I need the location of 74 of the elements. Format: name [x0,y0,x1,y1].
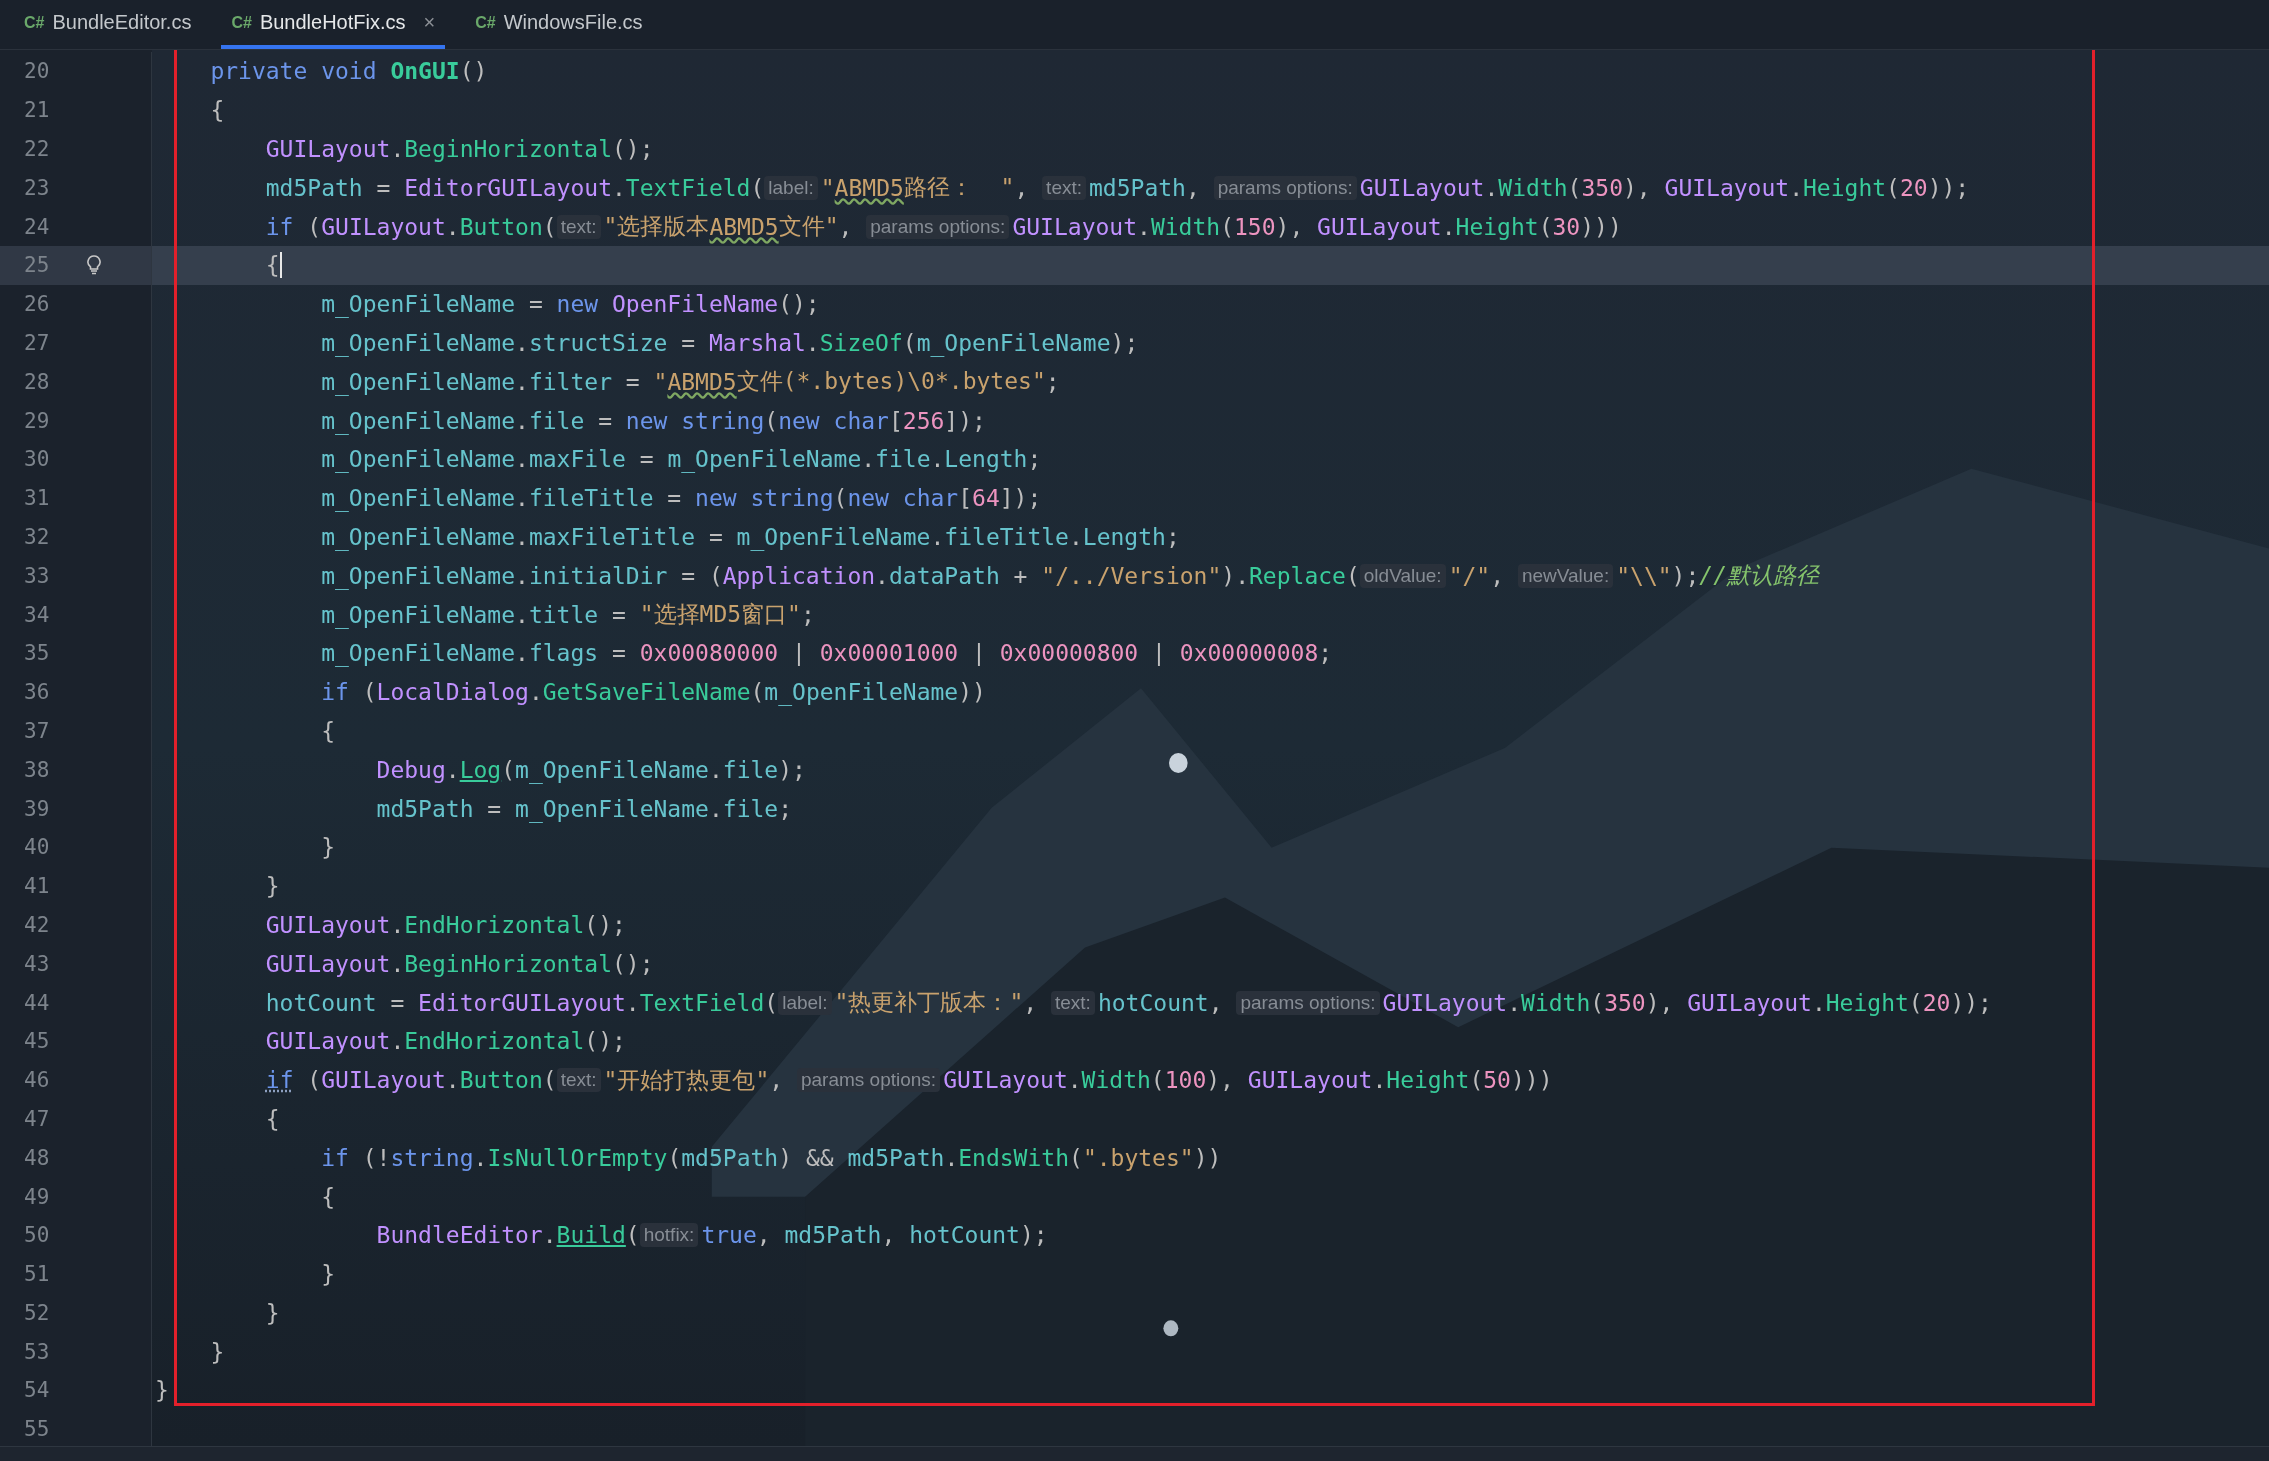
code-line: GUILayout.BeginHorizontal(); [264,136,654,162]
code-line: m_OpenFileName.maxFile = m_OpenFileName.file.Length; [320,446,1042,473]
line-number: 47 [24,1106,51,1131]
line-number: 38 [24,757,51,782]
code-line: if (GUILayout.Button( text: "选择版本ABMD5文件", params options: GUILayout.Width(150), GUILayout.Height(30))) [264,212,1622,242]
code-line: BundleEditor.Build( hotfix: true, md5Path, hotCount); [375,1222,1048,1249]
line-number: 22 [24,137,51,161]
line-number: 46 [24,1068,51,1093]
line-number: 28 [24,369,51,394]
line-number: 52 [24,1300,51,1325]
line-number: 54 [24,1378,51,1403]
code-line: } [154,1377,169,1404]
code-line: m_OpenFileName.structSize = Marshal.SizeOf(m_OpenFileName); [320,329,1139,356]
lightbulb-icon[interactable] [86,255,102,276]
code-line: } [320,1261,335,1288]
line-number: 55 [24,1417,51,1442]
code-line: m_OpenFileName.fileTitle = new string(new char[64]); [320,485,1042,512]
line-number: 44 [24,990,51,1015]
code-line: if (GUILayout.Button( text: "开始打热更包", params options: GUILayout.Width(100), GUILayout.Height(50))) [264,1065,1553,1096]
line-number: 41 [24,874,51,899]
code-line: } [209,1338,225,1365]
code-line: GUILayout.BeginHorizontal(); [264,950,654,977]
line-number: 43 [24,951,51,976]
file-tab[interactable]: C# BundleEditor.cs [14,0,202,49]
line-number: 23 [24,175,51,200]
code-line: { [320,1183,335,1210]
line-number: 25 [24,253,51,278]
code-line: { [209,97,225,124]
line-number: 26 [24,292,51,317]
line-number: 30 [24,447,51,472]
line-number: 53 [24,1339,51,1364]
line-number: 36 [24,680,51,705]
code-line: m_OpenFileName.title = "选择MD5窗口"; [320,600,815,631]
line-number: 42 [24,912,51,937]
code-line: { [320,717,335,744]
code-line: } [320,834,335,861]
code-line: private void OnGUI() [209,58,488,85]
code-line: if (LocalDialog.GetSaveFileName(m_OpenFileName)) [320,679,986,706]
line-number: 37 [24,718,51,743]
line-number: 24 [24,214,51,239]
code-line: } [264,1299,280,1326]
code-line: md5Path = EditorGUILayout.TextField( label: "ABMD5路径： ", text: md5Path, params options: GUILayout.Width(350), GUILayout.Height(20)); [264,173,1970,203]
code-line: m_OpenFileName.file = new string(new char[256]); [320,407,986,434]
code-line: m_OpenFileName.filter = "ABMD5文件(*.bytes)\0*.bytes"; [320,367,1060,398]
line-number: 39 [24,796,51,821]
line-number: 35 [24,641,51,666]
code-line: if (!string.IsNullOrEmpty(md5Path) && md5Path.EndsWith(".bytes")) [320,1144,1222,1171]
line-number: 34 [24,602,51,627]
line-number: 21 [24,98,51,123]
line-number: 49 [24,1184,51,1209]
line-number: 48 [24,1145,51,1170]
code-line: GUILayout.EndHorizontal(); [264,1028,626,1055]
code-line: { [264,252,282,279]
line-number: 50 [24,1223,51,1248]
line-number: 20 [24,59,51,84]
line-number: 51 [24,1262,51,1287]
code-line: m_OpenFileName.initialDir = (Application.dataPath + "/../Version").Replace( oldValue: "/", newValue: "\\");//默认路径 [320,561,1819,592]
code-line: GUILayout.EndHorizontal(); [264,911,626,938]
line-number: 27 [24,330,51,355]
code-line: m_OpenFileName.flags = 0x00080000 | 0x00001000 | 0x00000800 | 0x00000008; [320,640,1333,667]
code-line: } [264,873,280,900]
code-line: m_OpenFileName = new OpenFileName(); [320,291,820,318]
line-number: 29 [24,408,51,433]
code-line: hotCount = EditorGUILayout.TextField( label: "热更补丁版本：", text: hotCount, params options: GUILayout.Width(350), GUILayout.Height(20)); [264,988,1992,1018]
line-number: 45 [24,1029,51,1054]
line-number: 32 [24,524,51,549]
code-line: { [264,1105,280,1132]
line-number: 33 [24,563,51,588]
code-line: md5Path = m_OpenFileName.file; [375,795,793,822]
file-tab[interactable]: C# WindowsFile.cs [465,0,653,49]
code-line: m_OpenFileName.maxFileTitle = m_OpenFileName.fileTitle.Length; [320,523,1180,550]
line-number: 40 [24,835,51,860]
code-line: Debug.Log(m_OpenFileName.file); [375,756,806,783]
line-number: 31 [24,486,51,511]
